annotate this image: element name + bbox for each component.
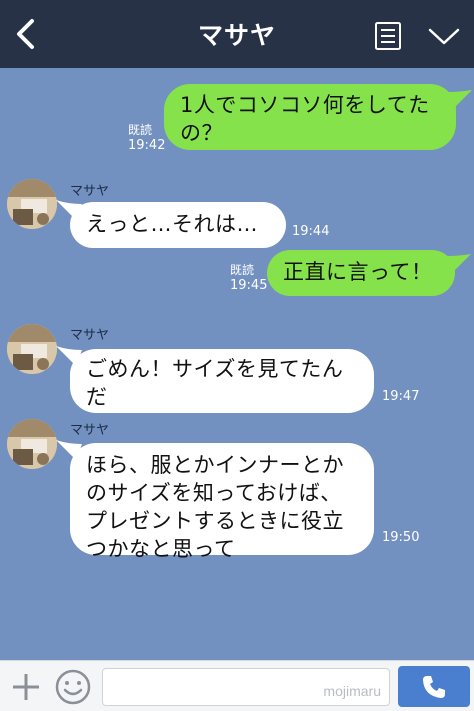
- message-time: 19:45: [230, 278, 268, 293]
- message-time: 19:50: [382, 530, 420, 545]
- message-meta: 19:50: [382, 530, 419, 546]
- avatar[interactable]: [7, 179, 57, 229]
- message-time: 19:47: [382, 389, 420, 404]
- watermark: mojimaru: [323, 683, 381, 699]
- message-time: 19:42: [128, 138, 166, 153]
- avatar-image: [7, 179, 57, 229]
- message-meta: 19:44: [292, 224, 329, 240]
- chat-title: マサヤ: [197, 21, 276, 50]
- incoming-message-bubble[interactable]: えっと…それは…: [70, 202, 286, 248]
- chat-area[interactable]: 既読 19:42 1人でコソコソ何をしてたの？ マサヤ えっと…それは… 19:…: [0, 68, 474, 660]
- message-time: 19:44: [292, 224, 330, 239]
- avatar-image: [7, 324, 57, 374]
- outgoing-message-bubble[interactable]: 正直に言って！: [267, 250, 455, 296]
- outgoing-message-bubble[interactable]: 1人でコソコソ何をしてたの？: [164, 84, 456, 150]
- bubble-tail: [447, 254, 471, 274]
- avatar[interactable]: [7, 324, 57, 374]
- emoji-button[interactable]: [54, 668, 92, 706]
- message-meta: 既読 19:45: [230, 262, 267, 294]
- incoming-message-bubble[interactable]: ごめん！サイズを見てたんだ: [70, 349, 374, 413]
- chevron-left-icon: [17, 19, 34, 49]
- menu-toggle-button[interactable]: [424, 20, 464, 52]
- message-meta: 19:47: [382, 389, 419, 405]
- plus-icon: [13, 674, 39, 700]
- read-receipt: 既読: [128, 123, 153, 137]
- back-button[interactable]: [6, 14, 46, 54]
- chat-header: マサヤ: [0, 0, 474, 68]
- chevron-down-icon: [428, 28, 460, 45]
- notes-list-icon: [375, 22, 401, 50]
- phone-icon: [423, 675, 445, 698]
- avatar-image: [7, 419, 57, 469]
- incoming-message-bubble[interactable]: ほら、服とかインナーとかのサイズを知っておけば、プレゼントするときに役立つかなと…: [70, 443, 374, 561]
- add-button[interactable]: [8, 669, 44, 705]
- message-input[interactable]: mojimaru: [102, 668, 390, 706]
- bubble-tail: [448, 90, 472, 110]
- message-meta: 既読 19:42: [128, 122, 165, 154]
- sender-name: マサヤ: [70, 328, 110, 343]
- message-input-bar: mojimaru: [0, 660, 474, 711]
- avatar[interactable]: [7, 419, 57, 469]
- read-receipt: 既読: [230, 263, 255, 277]
- smiley-icon: [55, 669, 91, 705]
- sender-name: マサヤ: [70, 184, 110, 199]
- call-button[interactable]: [398, 666, 470, 707]
- sender-name: マサヤ: [70, 423, 110, 438]
- notes-button[interactable]: [372, 20, 404, 52]
